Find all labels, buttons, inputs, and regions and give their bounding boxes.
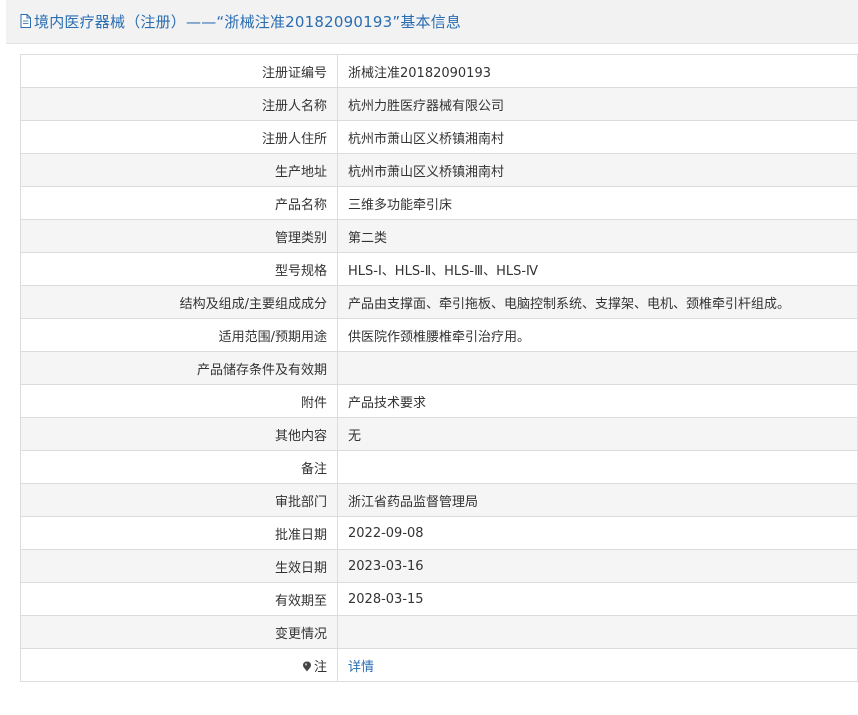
note-label: 注 (313, 659, 327, 675)
row-label: 生产地址 (20, 153, 338, 187)
table-row: 其他内容 无 (20, 417, 858, 451)
row-label: 变更情况 (20, 615, 338, 649)
row-label: 生效日期 (20, 549, 338, 583)
row-value (337, 615, 858, 649)
row-value: 供医院作颈椎腰椎牵引治疗用。 (337, 318, 858, 352)
table-row: 型号规格 HLS-Ⅰ、HLS-Ⅱ、HLS-Ⅲ、HLS-Ⅳ (20, 252, 858, 286)
row-value: 第二类 (337, 219, 858, 253)
note-label-cell: 注 (20, 648, 338, 682)
pin-icon (302, 661, 311, 671)
table-row: 注册证编号 浙械注准20182090193 (20, 54, 858, 88)
table-row: 产品名称 三维多功能牵引床 (20, 186, 858, 220)
row-value: 浙械注准20182090193 (337, 54, 858, 88)
row-label: 适用范围/预期用途 (20, 318, 338, 352)
row-label: 结构及组成/主要组成成分 (20, 285, 338, 319)
table-row: 生效日期 2023-03-16 (20, 549, 858, 583)
row-value: 杭州市萧山区义桥镇湘南村 (337, 153, 858, 187)
table-row: 批准日期 2022-09-08 (20, 516, 858, 550)
page-title: 境内医疗器械（注册）——“浙械注准20182090193”基本信息 (34, 13, 462, 31)
row-label: 附件 (20, 384, 338, 418)
row-value: 2022-09-08 (337, 516, 858, 550)
table-row: 生产地址 杭州市萧山区义桥镇湘南村 (20, 153, 858, 187)
row-value: 2023-03-16 (337, 549, 858, 583)
table-row: 产品储存条件及有效期 (20, 351, 858, 385)
page-header: 境内医疗器械（注册）——“浙械注准20182090193”基本信息 (6, 0, 858, 44)
row-label: 注册人名称 (20, 87, 338, 121)
row-value: 2028-03-15 (337, 582, 858, 616)
row-value (337, 351, 858, 385)
table-row: 注册人住所 杭州市萧山区义桥镇湘南村 (20, 120, 858, 154)
table-row: 变更情况 (20, 615, 858, 649)
document-icon (20, 13, 31, 28)
row-label: 管理类别 (20, 219, 338, 253)
row-value: 杭州市萧山区义桥镇湘南村 (337, 120, 858, 154)
row-value: 浙江省药品监督管理局 (337, 483, 858, 517)
row-label: 审批部门 (20, 483, 338, 517)
info-table: 注册证编号 浙械注准20182090193 注册人名称 杭州力胜医疗器械有限公司… (20, 54, 858, 682)
page: 境内医疗器械（注册）——“浙械注准20182090193”基本信息 注册证编号 … (0, 0, 858, 715)
table-row: 适用范围/预期用途 供医院作颈椎腰椎牵引治疗用。 (20, 318, 858, 352)
row-label: 备注 (20, 450, 338, 484)
row-label: 注册证编号 (20, 54, 338, 88)
row-value: 无 (337, 417, 858, 451)
detail-link[interactable]: 详情 (348, 660, 374, 675)
row-label: 注册人住所 (20, 120, 338, 154)
row-label: 其他内容 (20, 417, 338, 451)
table-row: 结构及组成/主要组成成分 产品由支撑面、牵引拖板、电脑控制系统、支撑架、电机、颈… (20, 285, 858, 319)
row-value: HLS-Ⅰ、HLS-Ⅱ、HLS-Ⅲ、HLS-Ⅳ (337, 252, 858, 286)
row-value: 产品技术要求 (337, 384, 858, 418)
table-row: 审批部门 浙江省药品监督管理局 (20, 483, 858, 517)
row-label: 产品储存条件及有效期 (20, 351, 338, 385)
row-value: 产品由支撑面、牵引拖板、电脑控制系统、支撑架、电机、颈椎牵引杆组成。 (337, 285, 858, 319)
table-row: 注册人名称 杭州力胜医疗器械有限公司 (20, 87, 858, 121)
table-row: 备注 (20, 450, 858, 484)
row-label: 型号规格 (20, 252, 338, 286)
row-value (337, 450, 858, 484)
note-value-cell: 详情 (337, 648, 858, 682)
note-row: 注 详情 (20, 648, 858, 682)
row-label: 批准日期 (20, 516, 338, 550)
row-label: 有效期至 (20, 582, 338, 616)
row-value: 三维多功能牵引床 (337, 186, 858, 220)
row-value: 杭州力胜医疗器械有限公司 (337, 87, 858, 121)
table-row: 有效期至 2028-03-15 (20, 582, 858, 616)
table-row: 管理类别 第二类 (20, 219, 858, 253)
row-label: 产品名称 (20, 186, 338, 220)
table-row: 附件 产品技术要求 (20, 384, 858, 418)
